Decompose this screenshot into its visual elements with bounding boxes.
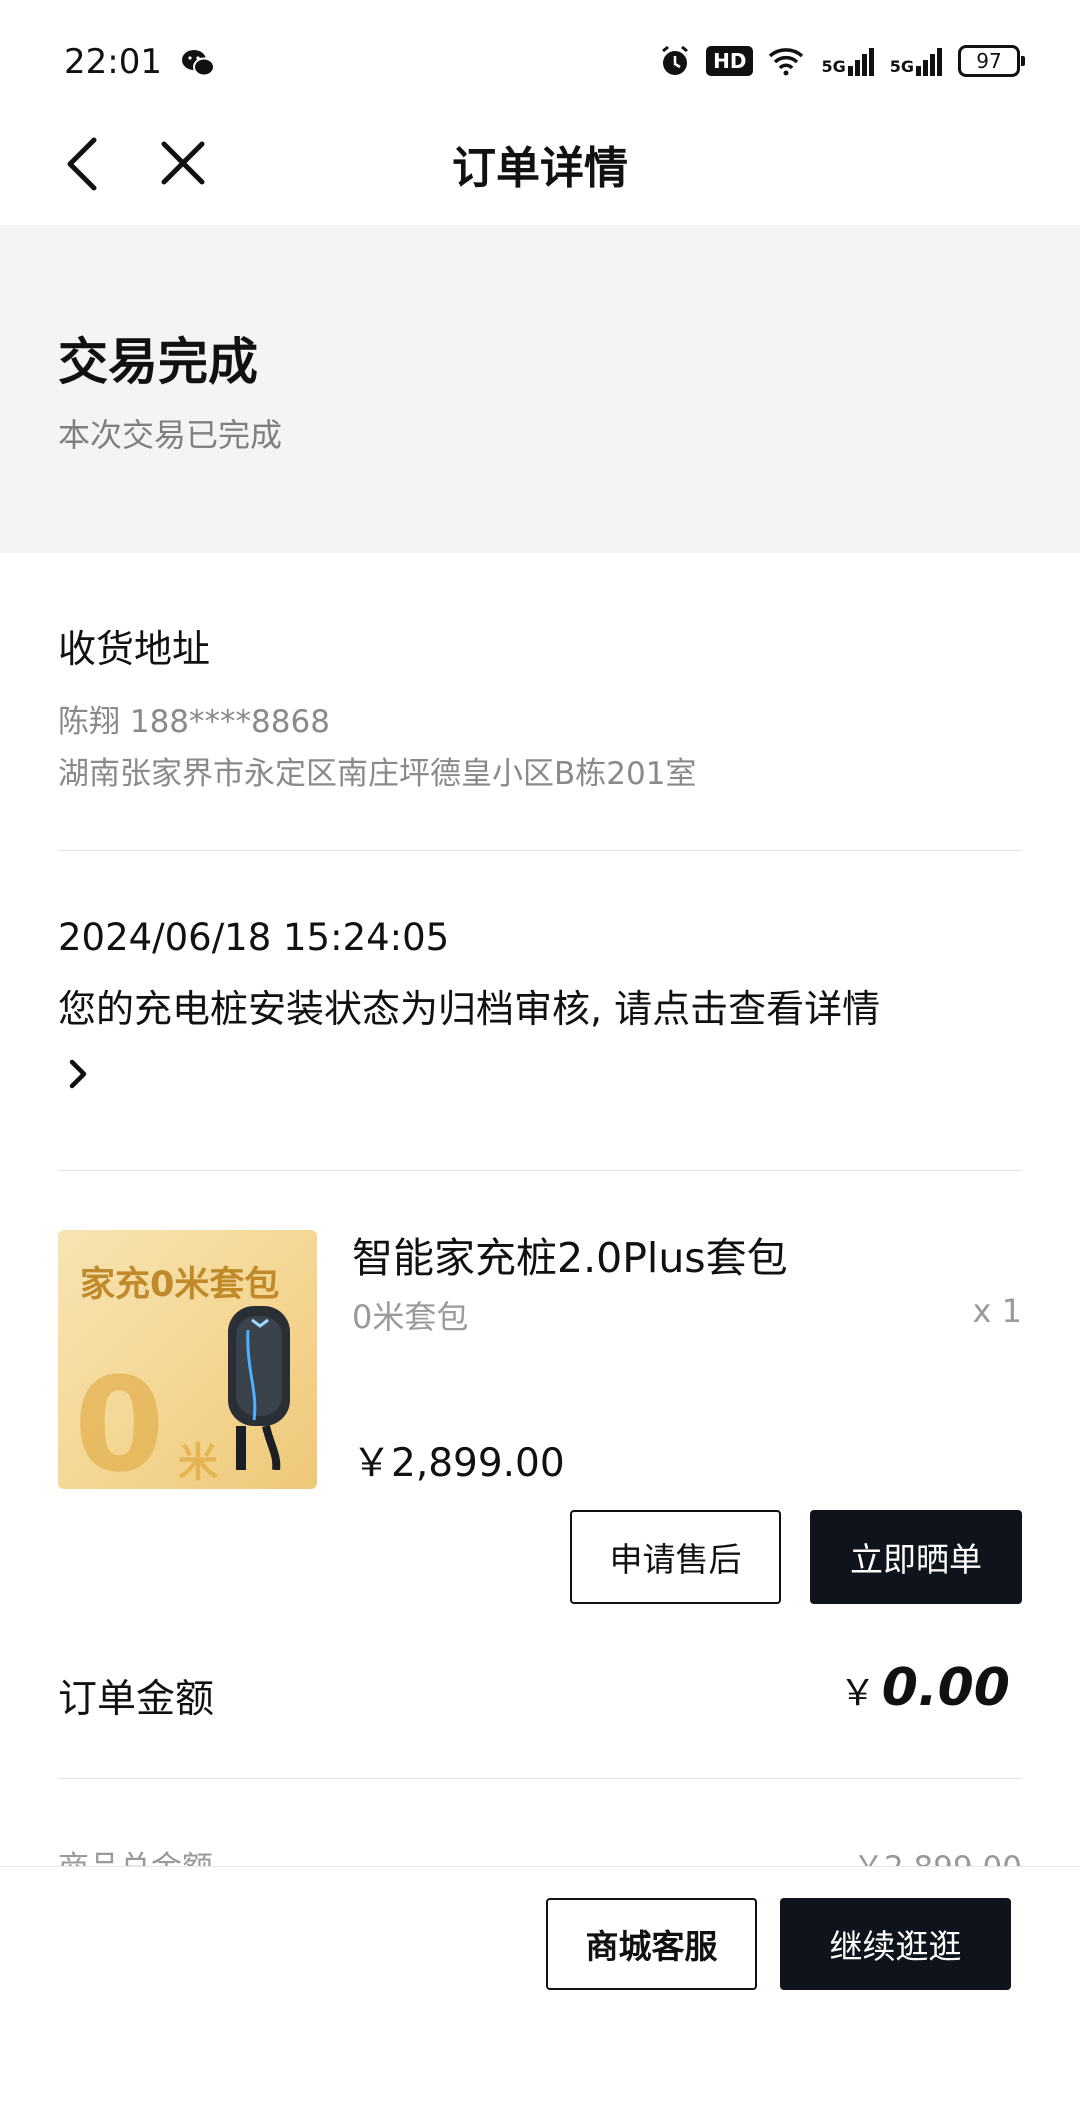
address-contact: 陈翔 188****8868: [58, 704, 330, 740]
review-button[interactable]: 立即晒单: [810, 1510, 1022, 1604]
product-quantity: x 1: [972, 1292, 1022, 1330]
order-amount-label: 订单金额: [58, 1677, 215, 1722]
status-icons: HD 5G 5G 97: [658, 44, 1025, 78]
wechat-icon: [182, 50, 215, 77]
order-amount-currency: ￥: [839, 1673, 876, 1714]
chevron-right-icon[interactable]: [66, 1056, 90, 1092]
address-title: 收货地址: [58, 627, 211, 671]
5g-signal-icon-2: 5G: [890, 46, 944, 76]
page-title: 订单详情: [452, 143, 628, 194]
status-time: 22:01: [64, 42, 162, 82]
wifi-icon: [769, 48, 804, 76]
order-amount-number: 0.00: [881, 1658, 1010, 1718]
address-detail: 湖南张家界市永定区南庄坪德皇小区B栋201室: [58, 756, 697, 792]
message-time: 2024/06/18 15:24:05: [58, 916, 450, 959]
divider: [58, 1170, 1022, 1171]
divider: [58, 1778, 1022, 1779]
after-sales-button[interactable]: 申请售后: [570, 1510, 781, 1604]
product-name[interactable]: 智能家充桩2.0Plus套包: [352, 1224, 788, 1284]
divider: [58, 850, 1022, 851]
product-image[interactable]: 家充0米套包 0 米: [58, 1230, 317, 1489]
charger-illustration: [228, 1306, 290, 1470]
product-spec: 0米套包: [352, 1298, 469, 1336]
order-status-title: 交易完成: [58, 333, 258, 391]
product-price: ￥2,899.00: [352, 1441, 565, 1486]
5g-signal-icon: 5G: [821, 46, 875, 76]
order-status-subtitle: 本次交易已完成: [58, 416, 283, 454]
hd-icon: HD: [706, 46, 754, 76]
product-image-mi: 米: [178, 1440, 218, 1486]
continue-shopping-button[interactable]: 继续逛逛: [780, 1898, 1011, 1990]
alarm-icon: [662, 45, 689, 75]
order-amount-value: ￥ 0.00: [840, 1658, 1010, 1718]
product-image-zero: 0: [74, 1349, 165, 1489]
customer-service-button[interactable]: 商城客服: [546, 1898, 757, 1990]
install-status-message[interactable]: 您的充电桩安装状态为归档审核, 请点击查看详情: [58, 978, 880, 1033]
battery-icon: 97: [958, 45, 1025, 77]
